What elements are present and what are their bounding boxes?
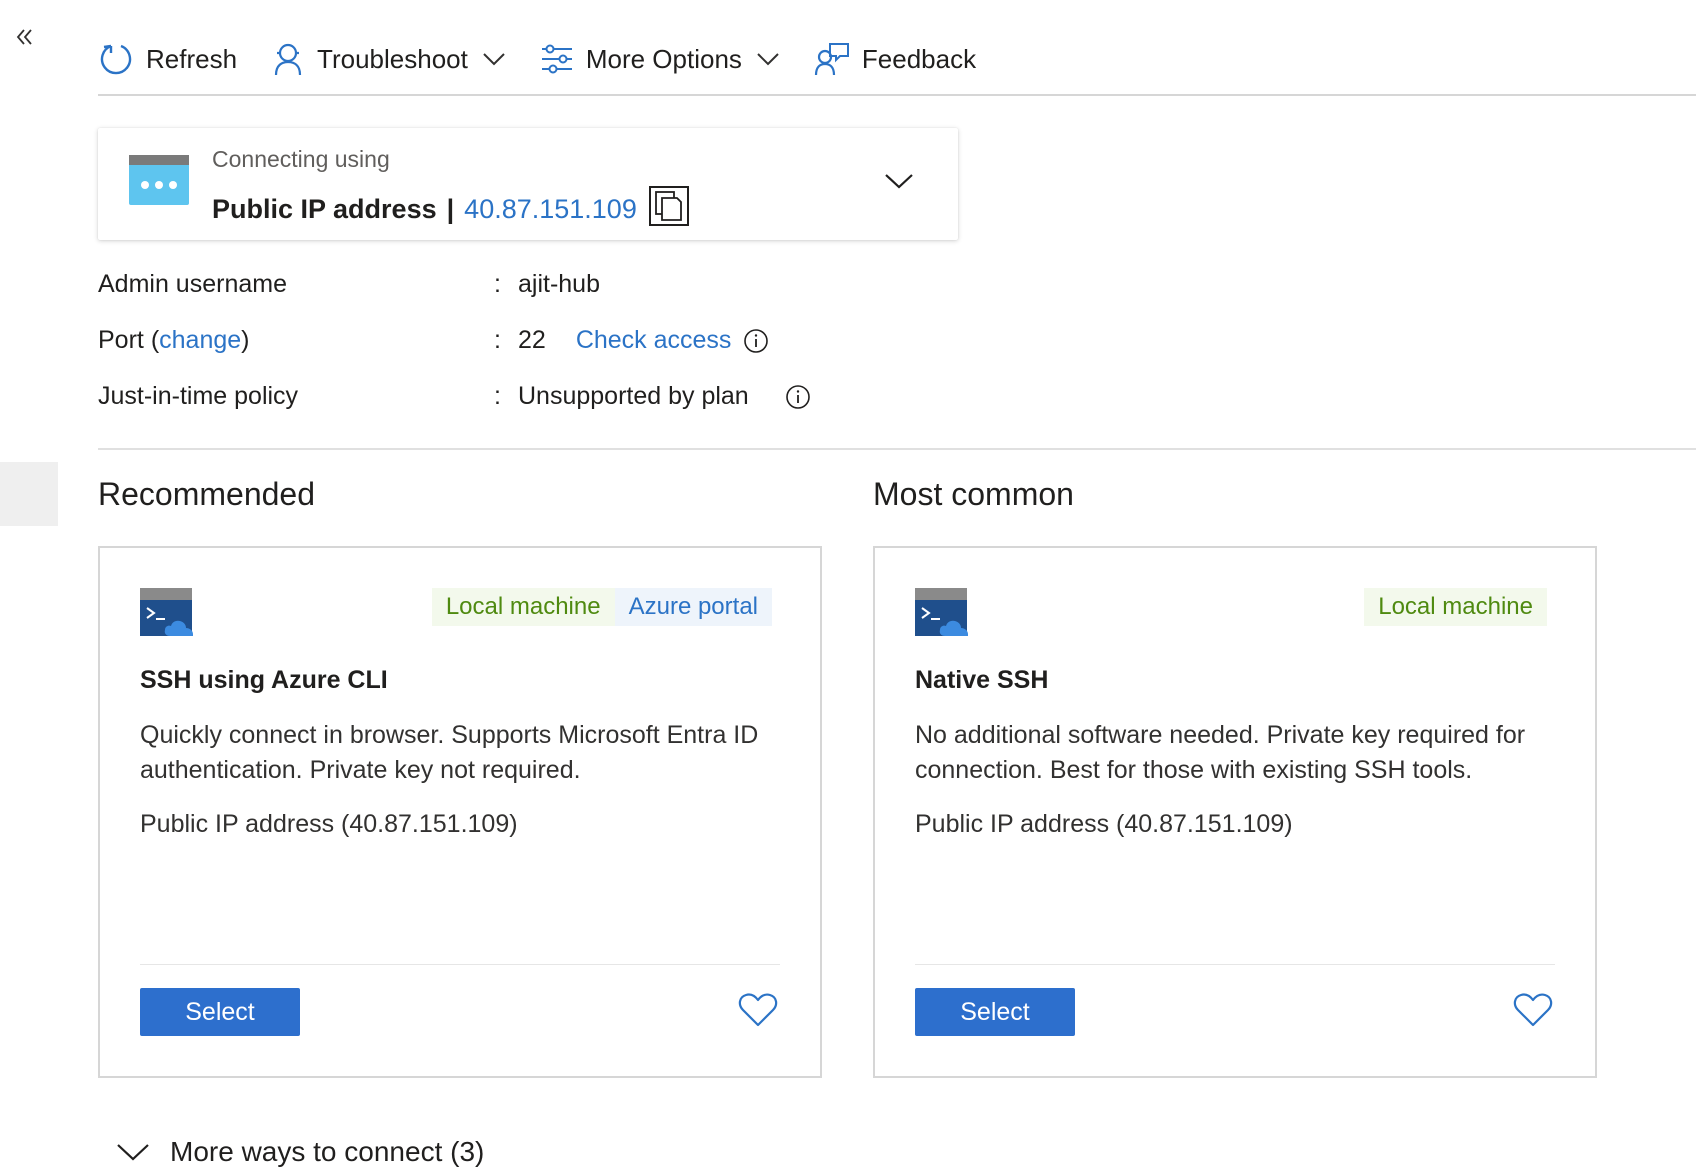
paren-close: ) — [241, 326, 250, 354]
native-ssh-icon — [915, 588, 968, 636]
jit-policy-value: Unsupported by plan — [518, 382, 749, 410]
colon: : — [494, 382, 501, 410]
chevron-down-icon — [483, 53, 505, 66]
paren-open: ( — [150, 326, 160, 354]
double-chevron-left-icon — [16, 29, 32, 45]
card-title: SSH using Azure CLI — [140, 666, 388, 694]
chevron-down-icon — [757, 53, 779, 66]
connection-ip: 40.87.151.109 — [464, 194, 637, 224]
admin-username-label: Admin username — [98, 270, 287, 298]
side-panel-tab[interactable] — [0, 462, 58, 526]
tag-local-machine: Local machine — [431, 588, 615, 626]
heart-icon[interactable] — [1513, 992, 1553, 1028]
troubleshoot-dropdown[interactable]: Troubleshoot — [271, 41, 506, 77]
change-port-link[interactable]: change — [159, 326, 241, 354]
connection-option-card: Local machine Azure portal SSH using Azu… — [98, 546, 822, 1078]
more-ways-to-connect-expander[interactable]: More ways to connect (3) — [116, 1136, 484, 1168]
connection-method-selector[interactable]: Connecting using Public IP address | 40.… — [98, 128, 958, 240]
connection-separator: | — [446, 194, 455, 224]
select-button[interactable]: Select — [915, 988, 1075, 1036]
colon: : — [494, 270, 501, 298]
card-divider — [140, 964, 780, 965]
port-label: Port — [98, 326, 144, 354]
port-label-group: Port (change) — [98, 326, 250, 355]
connection-summary: Public IP address | 40.87.151.109 — [212, 186, 689, 233]
colon: : — [494, 326, 501, 354]
most-common-heading: Most common — [873, 476, 1074, 512]
jit-policy-label: Just-in-time policy — [98, 382, 299, 410]
recommended-heading: Recommended — [98, 476, 315, 512]
chevron-down-icon[interactable] — [884, 172, 914, 190]
more-options-dropdown[interactable]: More Options — [540, 43, 780, 75]
refresh-icon — [100, 44, 132, 75]
connecting-using-label: Connecting using — [212, 146, 390, 172]
info-icon[interactable] — [743, 328, 769, 354]
card-tags: Local machine — [1364, 588, 1547, 626]
connection-method: Public IP address — [212, 194, 437, 224]
feedback-button[interactable]: Feedback — [814, 41, 976, 77]
card-description: Quickly connect in browser. Supports Mic… — [140, 721, 759, 784]
more-ways-label: More ways to connect (3) — [170, 1136, 485, 1167]
troubleshoot-icon — [274, 43, 302, 76]
refresh-label: Refresh — [146, 43, 238, 74]
azure-cli-icon — [140, 588, 193, 636]
select-button[interactable]: Select — [140, 988, 300, 1036]
copy-icon — [648, 186, 689, 226]
jit-policy-value-group: Unsupported by plan — [518, 382, 811, 411]
tag-local-machine: Local machine — [1364, 588, 1547, 626]
info-icon[interactable] — [785, 384, 811, 410]
connection-option-card: Local machine Native SSH No additional s… — [873, 546, 1597, 1078]
card-description: No additional software needed. Private k… — [915, 721, 1526, 784]
card-address: Public IP address (40.87.151.109) — [915, 810, 1293, 838]
command-bar: Refresh Troubleshoot More Options Feedba… — [98, 34, 1010, 84]
feedback-label: Feedback — [861, 43, 977, 74]
port-value-group: 22 Check access — [518, 326, 769, 355]
card-address: Public IP address (40.87.151.109) — [140, 810, 518, 838]
feedback-icon — [814, 43, 849, 76]
card-divider — [915, 964, 1555, 965]
troubleshoot-label: Troubleshoot — [317, 43, 468, 74]
collapse-sidebar-button[interactable] — [14, 24, 36, 50]
check-access-link[interactable]: Check access — [576, 326, 732, 355]
card-tags: Local machine Azure portal — [431, 588, 772, 626]
toolbar-divider — [98, 94, 1696, 96]
more-options-label: More Options — [585, 43, 742, 74]
tag-azure-portal: Azure portal — [614, 588, 772, 626]
properties-divider — [98, 448, 1696, 450]
port-value: 22 — [518, 326, 546, 354]
sliders-icon — [541, 44, 572, 74]
copy-ip-button[interactable] — [648, 186, 689, 233]
admin-username-value: ajit-hub — [518, 270, 600, 298]
card-title: Native SSH — [915, 666, 1049, 694]
refresh-button[interactable]: Refresh — [98, 41, 237, 77]
heart-icon[interactable] — [738, 992, 778, 1028]
virtual-machine-icon — [129, 155, 189, 205]
chevron-down-icon — [117, 1144, 149, 1161]
